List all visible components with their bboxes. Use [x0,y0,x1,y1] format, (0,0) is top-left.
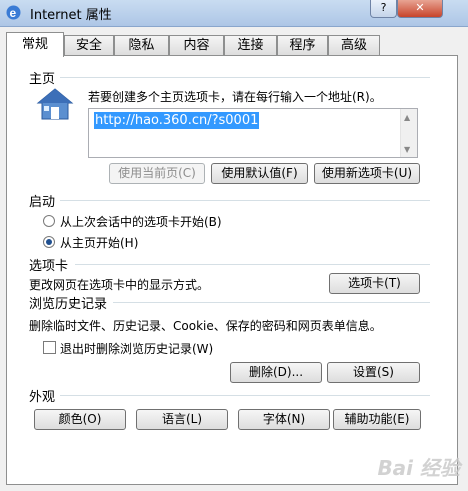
tab-general[interactable]: 常规 [6,32,64,57]
svg-text:e: e [10,6,17,20]
appearance-divider [60,395,430,396]
languages-button[interactable]: 语言(L) [136,409,228,430]
tab-content[interactable]: 内容 [169,35,224,56]
baidu-watermark: Bai 经验 [377,456,460,480]
use-default-button[interactable]: 使用默认值(F) [211,163,308,184]
help-button[interactable]: ? [370,0,397,18]
homepage-divider [60,77,430,78]
tab-connections[interactable]: 连接 [224,35,277,56]
tabs-section-label: 选项卡 [29,259,69,274]
use-new-tab-button[interactable]: 使用新选项卡(U) [314,163,420,184]
startup-divider [60,200,430,201]
delete-on-exit-checkbox[interactable] [43,341,56,354]
history-settings-button[interactable]: 设置(S) [327,362,420,383]
homepage-section-label: 主页 [29,72,56,87]
colors-button[interactable]: 颜色(O) [34,409,126,430]
tab-programs[interactable]: 程序 [277,35,328,56]
close-button[interactable]: ✕ [397,0,443,18]
homepage-url-textarea[interactable]: http://hao.360.cn/?s0001 ▲ ▼ [88,108,418,158]
window-title: Internet 属性 [30,8,112,23]
homepage-url-text: http://hao.360.cn/?s0001 [94,112,260,129]
tabs-settings-button[interactable]: 选项卡(T) [329,273,420,294]
radio-last-session-label[interactable]: 从上次会话中的选项卡开始(B) [60,213,222,230]
radio-homepage-label[interactable]: 从主页开始(H) [60,234,138,251]
title-bar[interactable]: e Internet 属性 ? ✕ [0,0,468,27]
scroll-up-icon[interactable]: ▲ [404,113,410,122]
use-current-button[interactable]: 使用当前页(C) [109,163,205,184]
tab-security[interactable]: 安全 [64,35,114,56]
history-section-label: 浏览历史记录 [29,297,108,312]
scroll-down-icon[interactable]: ▼ [404,145,410,154]
internet-explorer-icon: e [6,5,21,20]
radio-last-session[interactable] [43,215,55,227]
tabs-divider [75,264,430,265]
startup-section-label: 启动 [29,195,56,210]
history-description: 删除临时文件、历史记录、Cookie、保存的密码和网页表单信息。 [29,319,382,333]
appearance-section-label: 外观 [29,390,56,405]
internet-options-window: e Internet 属性 ? ✕ 常规 安全 隐私 内容 连接 程序 高级 主… [0,0,468,491]
delete-on-exit-label[interactable]: 退出时删除浏览历史记录(W) [60,340,213,357]
tab-privacy[interactable]: 隐私 [114,35,169,56]
delete-history-button[interactable]: 删除(D)... [230,362,322,383]
radio-homepage[interactable] [43,236,55,248]
homepage-instruction: 若要创建多个主页选项卡，请在每行输入一个地址(R)。 [88,90,382,104]
tabs-description: 更改网页在选项卡中的显示方式。 [29,278,210,292]
tab-advanced[interactable]: 高级 [328,35,380,56]
fonts-button[interactable]: 字体(N) [238,409,330,430]
accessibility-button[interactable]: 辅助功能(E) [333,409,421,430]
house-icon [36,88,74,120]
textarea-scrollbar[interactable]: ▲ ▼ [400,109,417,157]
history-divider [113,302,430,303]
